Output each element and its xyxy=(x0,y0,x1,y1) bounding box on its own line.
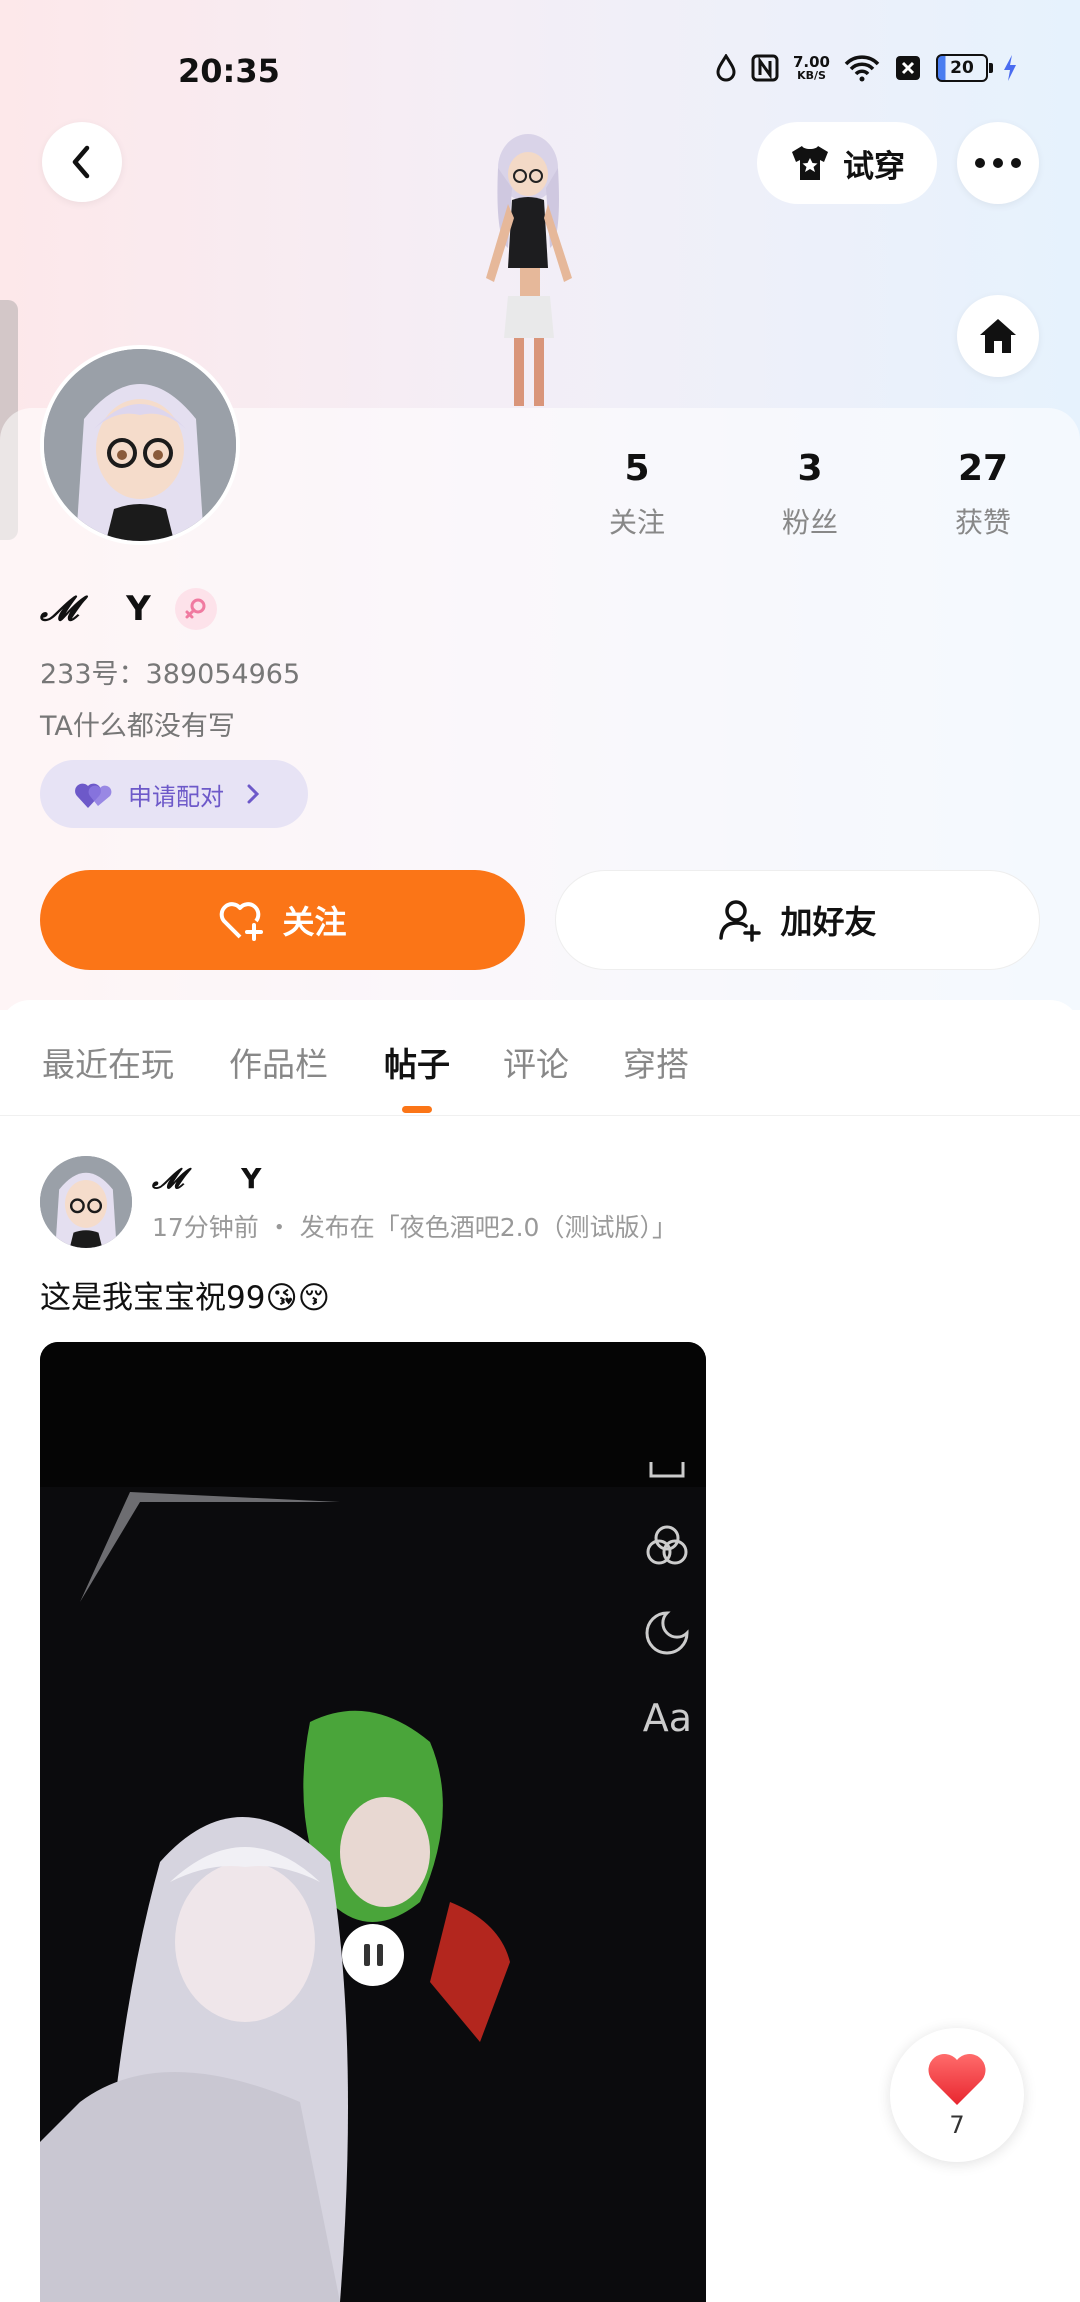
follow-label: 关注 xyxy=(282,903,347,941)
post-author-prefix: 𝓜 xyxy=(152,1162,184,1195)
heart-plus-icon xyxy=(220,902,264,941)
stat-fans-value: 3 xyxy=(797,448,823,489)
tab-works[interactable]: 作品栏 xyxy=(229,1038,328,1086)
post-author-name[interactable]: 𝓜 Y xyxy=(152,1162,261,1196)
try-on-label: 试穿 xyxy=(843,148,905,185)
like-count: 7 xyxy=(949,2111,965,2139)
active-tab-indicator xyxy=(402,1106,432,1113)
stat-following-value: 5 xyxy=(624,448,650,489)
avatar-3d-figure[interactable] xyxy=(450,128,610,408)
female-gender-icon xyxy=(174,588,217,630)
stat-following-label: 关注 xyxy=(608,506,665,539)
filter-circles-icon xyxy=(646,1525,688,1565)
profile-username: 𝓜 Y xyxy=(40,588,217,630)
pause-bar-left xyxy=(363,1944,370,1966)
add-user-icon xyxy=(719,900,762,942)
add-friend-button[interactable]: 加好友 xyxy=(555,870,1040,970)
more-button[interactable] xyxy=(957,122,1039,204)
tab-comments[interactable]: 评论 xyxy=(503,1038,569,1086)
home-icon xyxy=(980,319,1016,353)
post-author-text: Y xyxy=(241,1162,262,1195)
try-on-button[interactable]: 试穿 xyxy=(757,122,937,204)
pause-bar-right xyxy=(376,1944,383,1966)
battery-indicator: 20 xyxy=(936,54,993,82)
net-speed-unit: KB/S xyxy=(797,69,826,82)
wifi-icon xyxy=(844,55,880,82)
post-text: 这是我宝宝祝99😘😚 xyxy=(40,1280,331,1316)
stat-likes-value: 27 xyxy=(957,448,1009,489)
stat-likes-label: 获赞 xyxy=(954,506,1011,539)
post-video[interactable]: Aa xyxy=(40,1342,706,2302)
home-button[interactable] xyxy=(957,295,1039,377)
sticker-icon xyxy=(645,1611,689,1655)
video-frame-illustration xyxy=(40,1342,706,2302)
video-tool-column: Aa xyxy=(643,1462,692,1740)
nfc-icon xyxy=(751,54,779,82)
user-id: 233号：389054965 xyxy=(40,659,301,690)
post-author-avatar[interactable] xyxy=(40,1156,132,1248)
post-meta[interactable]: 17分钟前 ・ 发布在「夜色酒吧2.0（测试版）」 xyxy=(152,1208,677,1244)
data-saver-icon xyxy=(716,54,736,82)
charging-icon xyxy=(1004,55,1016,81)
tab-posts[interactable]: 帖子 xyxy=(384,1038,450,1086)
user-bio: TA什么都没有写 xyxy=(40,711,235,742)
back-arrow-icon xyxy=(72,145,90,179)
avatar-portrait-icon xyxy=(44,349,236,541)
stat-likes[interactable]: 27 获赞 xyxy=(913,448,1053,541)
add-friend-label: 加好友 xyxy=(780,903,877,941)
back-button[interactable] xyxy=(42,122,122,202)
pause-button[interactable] xyxy=(342,1924,404,1986)
request-pair-label: 申请配对 xyxy=(128,782,224,811)
tab-recently-played[interactable]: 最近在玩 xyxy=(42,1038,174,1086)
post-avatar-portrait-icon xyxy=(40,1156,132,1248)
profile-avatar[interactable] xyxy=(40,345,240,545)
stat-fans-label: 粉丝 xyxy=(781,506,838,539)
profile-avatar-image xyxy=(44,349,236,541)
status-icons: 7.00 KB/S 20 xyxy=(715,54,1018,82)
more-icon xyxy=(975,158,1021,168)
stat-fans[interactable]: 3 粉丝 xyxy=(740,448,880,541)
double-heart-icon xyxy=(75,783,112,808)
status-bar: 20:35 7.00 KB/S 20 xyxy=(0,0,1080,140)
tab-outfits[interactable]: 穿搭 xyxy=(623,1038,689,1086)
crop-icon xyxy=(649,1462,685,1478)
net-speed: 7.00 KB/S xyxy=(793,54,830,82)
request-pair-button[interactable]: 申请配对 xyxy=(40,760,308,828)
stat-following[interactable]: 5 关注 xyxy=(567,448,707,541)
chevron-right-icon xyxy=(247,784,260,804)
text-tool-icon: Aa xyxy=(642,1696,692,1740)
username-prefix: 𝓜 xyxy=(40,589,79,629)
net-speed-value: 7.00 xyxy=(792,53,830,71)
profile-tabs: 最近在玩 作品栏 帖子 评论 穿搭 xyxy=(0,1000,1080,1116)
username-text: Y xyxy=(126,589,151,629)
heart-icon xyxy=(928,2053,986,2105)
no-sim-icon xyxy=(896,56,920,80)
status-time: 20:35 xyxy=(178,52,280,90)
shirt-icon xyxy=(792,146,828,180)
follow-button[interactable]: 关注 xyxy=(40,870,525,970)
like-button[interactable]: 7 xyxy=(890,2028,1024,2162)
